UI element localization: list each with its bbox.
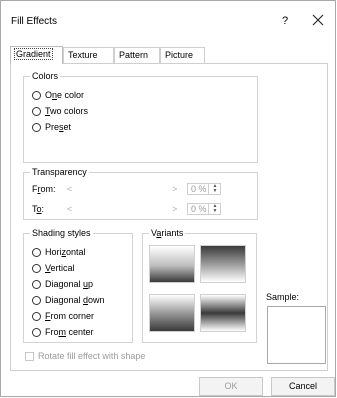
dialog-title: Fill Effects bbox=[11, 16, 57, 27]
spin-down-icon[interactable]: ▼ bbox=[209, 189, 221, 194]
cancel-button[interactable]: Cancel bbox=[271, 377, 335, 396]
sample-label: Sample: bbox=[266, 292, 300, 302]
tab-picture-label: Picture bbox=[165, 50, 194, 60]
help-button[interactable]: ? bbox=[277, 13, 293, 29]
radio-circle bbox=[32, 311, 41, 321]
radio-preset[interactable]: Preset bbox=[32, 121, 71, 133]
radio-one-color-label: One color bbox=[45, 90, 85, 100]
shading-styles-title: Shading styles bbox=[30, 227, 93, 239]
variants-group-title: Variants bbox=[149, 227, 186, 239]
radio-vertical[interactable]: Vertical bbox=[32, 262, 75, 274]
radio-circle bbox=[32, 279, 41, 289]
from-value: 0 % bbox=[191, 184, 207, 194]
to-value: 0 % bbox=[191, 204, 207, 214]
tab-gradient-label: Gradient bbox=[14, 48, 53, 60]
from-spinner-arrows[interactable]: ▲ ▼ bbox=[208, 184, 221, 194]
variant-3[interactable] bbox=[149, 294, 195, 332]
rotate-fill-checkbox-label: Rotate fill effect with shape bbox=[38, 351, 146, 361]
to-spinner[interactable]: 0 % ▲ ▼ bbox=[187, 203, 221, 215]
radio-diagonal-up[interactable]: Diagonal up bbox=[32, 278, 93, 290]
radio-circle bbox=[32, 247, 41, 257]
from-slider-left-arrow[interactable]: < bbox=[67, 184, 72, 194]
rotate-fill-checkbox[interactable] bbox=[25, 352, 34, 361]
tab-pattern-label: Pattern bbox=[119, 50, 149, 60]
transparency-to-label: To: bbox=[32, 204, 45, 214]
transparency-group: Transparency bbox=[23, 166, 258, 220]
transparency-group-title: Transparency bbox=[30, 166, 89, 178]
radio-vertical-label: Vertical bbox=[45, 263, 75, 273]
radio-from-corner-label: From corner bbox=[45, 311, 95, 321]
variant-4[interactable] bbox=[200, 294, 246, 332]
radio-horizontal[interactable]: Horizontal bbox=[32, 246, 86, 258]
from-slider-right-arrow[interactable]: > bbox=[172, 184, 177, 194]
radio-circle bbox=[32, 327, 41, 337]
spin-down-icon[interactable]: ▼ bbox=[209, 209, 221, 214]
title-bar: Fill Effects ? bbox=[1, 1, 335, 33]
radio-one-color[interactable]: One color bbox=[32, 89, 84, 101]
radio-circle bbox=[32, 263, 41, 273]
radio-diagonal-down[interactable]: Diagonal down bbox=[32, 294, 105, 306]
variant-2[interactable] bbox=[200, 245, 246, 283]
ok-button[interactable]: OK bbox=[199, 377, 263, 396]
radio-circle bbox=[32, 295, 41, 305]
tab-pattern[interactable]: Pattern bbox=[114, 47, 160, 63]
radio-diagonal-up-label: Diagonal up bbox=[45, 279, 94, 289]
to-slider-left-arrow[interactable]: < bbox=[67, 204, 72, 214]
fill-effects-dialog: Fill Effects ? Gradient Texture Pattern … bbox=[0, 0, 336, 397]
to-slider-right-arrow[interactable]: > bbox=[172, 204, 177, 214]
radio-from-corner[interactable]: From corner bbox=[32, 310, 94, 322]
radio-circle bbox=[32, 90, 41, 100]
transparency-from-label: From: bbox=[32, 184, 56, 194]
radio-two-colors[interactable]: Two colors bbox=[32, 105, 88, 117]
radio-preset-label: Preset bbox=[45, 122, 72, 132]
radio-from-center[interactable]: From center bbox=[32, 326, 94, 338]
tab-gradient[interactable]: Gradient bbox=[10, 46, 63, 64]
tab-picture[interactable]: Picture bbox=[160, 47, 205, 63]
sample-preview bbox=[267, 306, 326, 364]
radio-circle bbox=[32, 106, 41, 116]
radio-two-colors-label: Two colors bbox=[45, 106, 89, 116]
colors-group-title: Colors bbox=[30, 70, 61, 82]
variant-1[interactable] bbox=[149, 245, 195, 283]
to-spinner-arrows[interactable]: ▲ ▼ bbox=[208, 204, 221, 214]
radio-circle bbox=[32, 122, 41, 132]
from-spinner[interactable]: 0 % ▲ ▼ bbox=[187, 183, 221, 195]
tab-texture-label: Texture bbox=[68, 50, 98, 60]
close-icon[interactable] bbox=[311, 13, 327, 29]
radio-horizontal-label: Horizontal bbox=[45, 247, 86, 257]
tab-texture[interactable]: Texture bbox=[63, 47, 114, 63]
radio-from-center-label: From center bbox=[45, 327, 94, 337]
radio-diagonal-down-label: Diagonal down bbox=[45, 295, 105, 305]
